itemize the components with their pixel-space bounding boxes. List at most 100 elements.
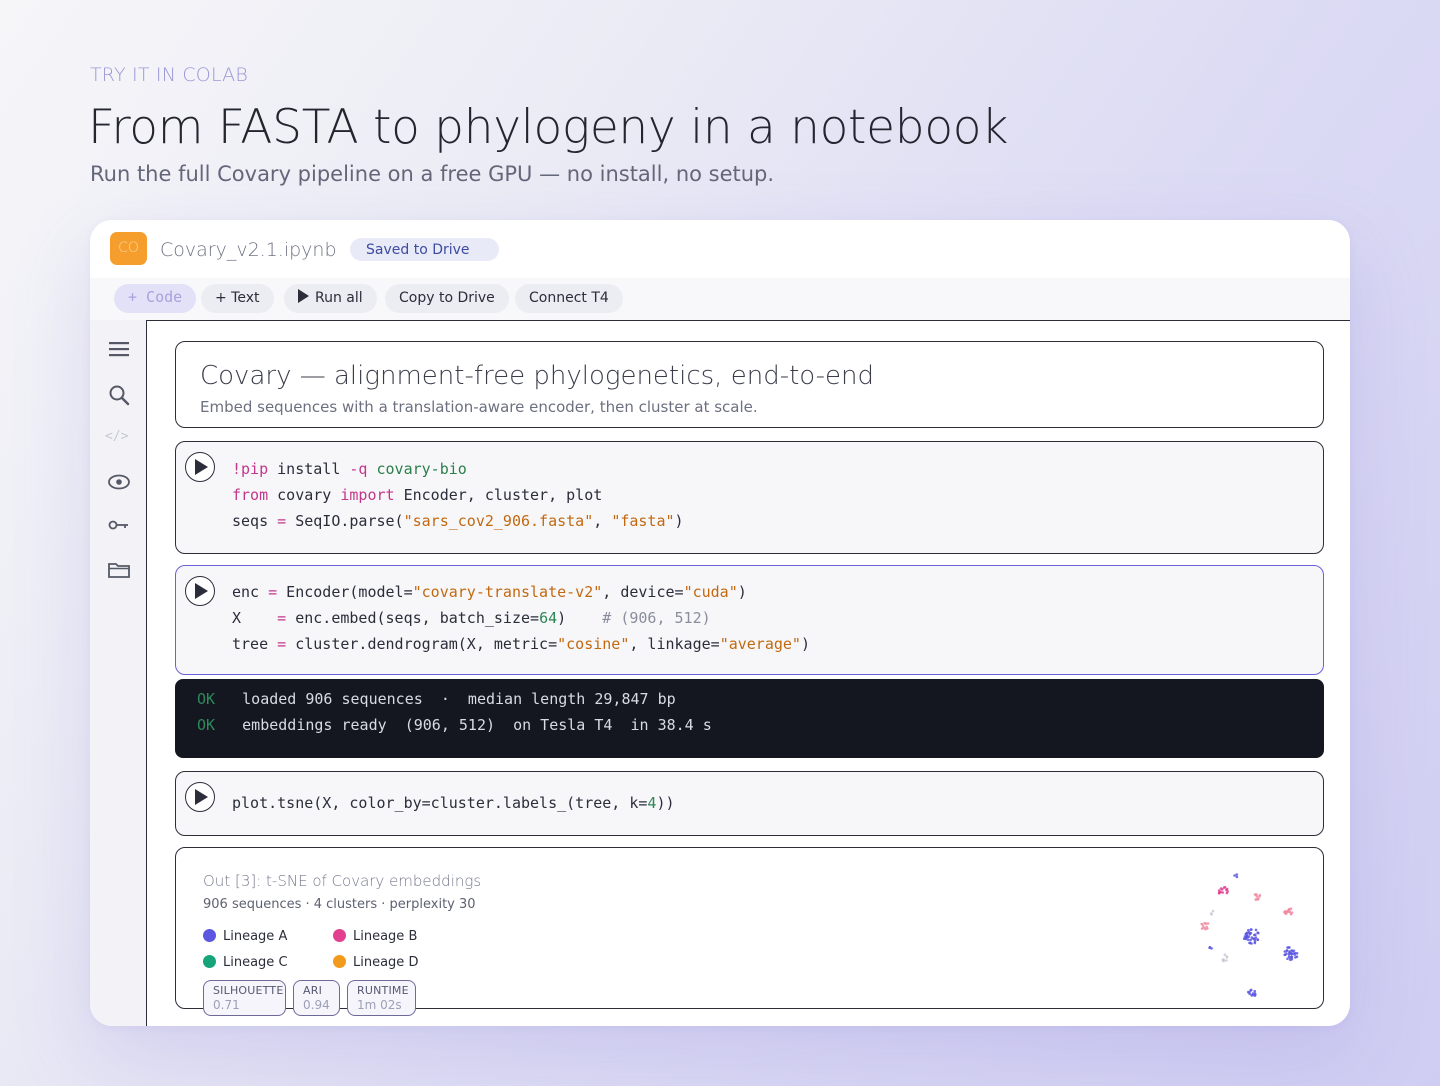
files-folder-icon[interactable] (107, 558, 131, 582)
legend-swatch (333, 929, 346, 942)
scatter-point (1247, 928, 1250, 932)
scatter-point (1253, 989, 1256, 993)
scatter-point (1284, 953, 1287, 957)
eyebrow-label: TRY IT IN COLAB (90, 64, 249, 86)
scatter-point (1244, 936, 1248, 939)
scatter-point (1225, 956, 1229, 959)
code-snippets-icon[interactable]: </> (105, 429, 128, 444)
toolbar: + Code + Text Run all Copy to Drive Conn… (90, 278, 1350, 320)
scatter-point (1293, 953, 1297, 956)
scatter-point (1247, 935, 1250, 938)
code-line: seqs = SeqIO.parse("sars_cov2_906.fasta"… (232, 512, 684, 530)
scatter-point (1290, 949, 1293, 952)
scatter-point (1222, 886, 1226, 889)
page-subtitle: Run the full Covary pipeline on a free G… (90, 162, 775, 186)
code-cell-1[interactable]: !pip install -q covary-bio from covary im… (175, 441, 1324, 554)
legend-item: Lineage B (333, 929, 417, 944)
markdown-subtitle: Embed sequences with a translation-aware… (200, 398, 758, 416)
status-ok: OK (197, 690, 216, 708)
scatter-point (1286, 946, 1289, 949)
metric-silhouette: SILHOUETTE 0.71 (203, 980, 286, 1016)
output-title: Out [3]: t-SNE of Covary embeddings (203, 872, 482, 890)
left-sidebar: </> (90, 320, 146, 1026)
scatter-point (1283, 950, 1287, 953)
scatter-point (1211, 909, 1215, 913)
scatter-point (1255, 895, 1259, 898)
cell-output: OK loaded 906 sequences · median length … (175, 679, 1324, 758)
code-cell-3[interactable]: plot.tsne(X, color_by=cluster.labels_(tr… (175, 771, 1324, 836)
scatter-point (1221, 958, 1225, 962)
scatter-point (1245, 931, 1249, 935)
markdown-cell[interactable]: Covary — alignment-free phylogenetics, e… (175, 341, 1324, 428)
scatter-point (1225, 891, 1229, 895)
legend-item: Lineage A (203, 929, 287, 944)
scatter-point (1288, 950, 1291, 953)
legend-swatch (203, 929, 216, 942)
result-output-cell: Out [3]: t-SNE of Covary embeddings 906 … (175, 847, 1324, 1016)
scatter-point (1235, 875, 1239, 879)
metric-value: 1m 02s (357, 998, 402, 1012)
run-cell-button[interactable] (185, 452, 215, 482)
scatter-point (1249, 928, 1253, 931)
metric-value: 0.71 (213, 998, 240, 1012)
scatter-point (1254, 936, 1258, 939)
code-cell-2[interactable]: enc = Encoder(model="covary-translate-v2… (175, 565, 1324, 675)
copy-to-drive-button[interactable]: Copy to Drive (385, 284, 509, 313)
scatter-point (1248, 941, 1252, 945)
secrets-key-icon[interactable] (107, 513, 131, 537)
notebook-filename[interactable]: Covary_v2.1.ipynb (160, 239, 337, 261)
code-editor[interactable]: enc = Encoder(model="covary-translate-v2… (232, 579, 810, 657)
code-line: tree = cluster.dendrogram(X, metric="cos… (232, 635, 810, 653)
colab-logo[interactable]: CO (110, 232, 147, 265)
code-editor[interactable]: plot.tsne(X, color_by=cluster.labels_(tr… (232, 790, 675, 816)
add-text-button[interactable]: + Text (201, 284, 274, 313)
scatter-point (1253, 893, 1257, 896)
scatter-point (1225, 887, 1229, 891)
code-line: !pip install -q covary-bio (232, 460, 467, 478)
scatter-point (1256, 931, 1259, 934)
tsne-scatter-plot (1200, 873, 1299, 997)
scatter-point (1286, 957, 1289, 961)
output-line: OK loaded 906 sequences · median length … (197, 690, 676, 708)
code-editor[interactable]: !pip install -q covary-bio from covary im… (232, 456, 684, 534)
code-line: enc = Encoder(model="covary-translate-v2… (232, 583, 747, 601)
scatter-point (1200, 922, 1203, 926)
scatter-point (1217, 891, 1221, 895)
scatter-point (1249, 989, 1252, 992)
scatter-point (1254, 933, 1257, 936)
run-all-button[interactable]: Run all (284, 284, 377, 313)
menu-icon[interactable] (107, 337, 131, 361)
code-line: X = enc.embed(seqs, batch_size=64) # (90… (232, 609, 711, 627)
add-code-button[interactable]: + Code (114, 284, 197, 313)
legend-swatch (203, 955, 216, 968)
scatter-point (1289, 912, 1293, 916)
output-meta: 906 sequences · 4 clusters · perplexity … (203, 897, 476, 912)
scatter-point (1204, 922, 1208, 925)
scatter-point (1295, 952, 1299, 955)
scatter-point (1246, 938, 1250, 942)
connect-runtime-button[interactable]: Connect T4 (515, 284, 623, 313)
search-icon[interactable] (107, 383, 131, 407)
metric-runtime: RUNTIME 1m 02s (347, 980, 416, 1016)
scatter-point (1252, 937, 1255, 941)
legend-label: Lineage C (223, 955, 288, 970)
scatter-point (1253, 940, 1257, 944)
scatter-point (1200, 927, 1204, 930)
markdown-title: Covary — alignment-free phylogenetics, e… (200, 361, 875, 391)
run-cell-button[interactable] (185, 576, 215, 606)
scatter-point (1287, 909, 1290, 912)
scatter-point (1249, 931, 1253, 935)
legend-label: Lineage A (223, 929, 288, 944)
run-cell-button[interactable] (185, 782, 215, 812)
save-status-badge: Saved to Drive (350, 238, 499, 261)
legend-label: Lineage D (353, 955, 419, 970)
scatter-point (1225, 959, 1228, 962)
colab-window: CO Covary_v2.1.ipynb Saved to Drive + Co… (90, 220, 1350, 1026)
output-text: embeddings ready (906, 512) on Tesla T4 … (242, 716, 712, 734)
code-line: from covary import Encoder, cluster, plo… (232, 486, 603, 504)
variables-icon[interactable] (107, 470, 131, 494)
scatter-point (1206, 927, 1209, 930)
scatter-point (1256, 938, 1260, 941)
scatter-point (1253, 994, 1257, 997)
output-line: OK embeddings ready (906, 512) on Tesla … (197, 716, 712, 734)
